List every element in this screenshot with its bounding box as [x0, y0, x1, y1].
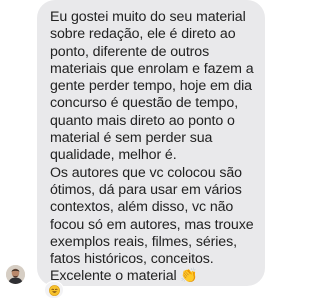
message-bubble[interactable]: Eu gostei muito do seu material sobre re…: [37, 0, 265, 286]
chat-screen: Eu gostei muito do seu material sobre re…: [0, 0, 271, 300]
user-avatar-icon: [6, 265, 25, 284]
smiling-face-emoji-icon: [48, 284, 60, 296]
reaction-badge[interactable]: [44, 281, 64, 299]
sender-avatar[interactable]: [6, 265, 25, 284]
message-text: Eu gostei muito do seu material sobre re…: [50, 9, 254, 285]
